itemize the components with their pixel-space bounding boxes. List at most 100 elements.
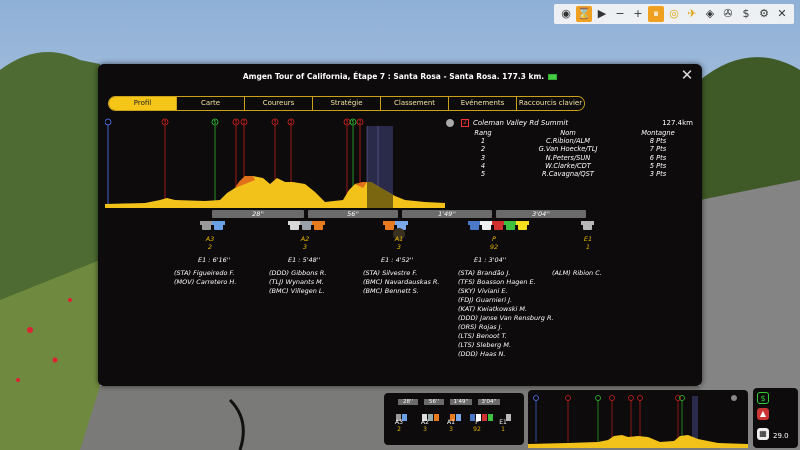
jersey-icon xyxy=(300,221,313,230)
eye-icon[interactable]: ◎ xyxy=(666,6,682,22)
tab-raccourcis[interactable]: Raccourcis clavier xyxy=(517,97,584,110)
table-header: Rang Nom Montagne xyxy=(458,129,698,137)
mini-groups-panel[interactable]: 28'' 56'' 1'49'' 3'04'' A3 2 A2 3 A1 3 P 92 … xyxy=(384,393,524,445)
tab-classement[interactable]: Classement xyxy=(381,97,449,110)
climb-name: Coleman Valley Rd Summit xyxy=(473,119,569,127)
group-peloton-jerseys[interactable] xyxy=(468,221,529,231)
close-game-icon[interactable]: ✕ xyxy=(774,6,790,22)
marker-label: 2 xyxy=(289,120,292,126)
rank-cell: 4 xyxy=(480,161,486,170)
header-rank: Rang xyxy=(474,129,492,137)
group-e1-jerseys[interactable] xyxy=(581,221,594,231)
name-cell[interactable]: N.Peters/SUN xyxy=(508,154,628,162)
header-points: Montagne xyxy=(641,129,675,137)
tab-coureurs[interactable]: Coureurs xyxy=(245,97,313,110)
settings-icon[interactable]: ⚙ xyxy=(756,6,772,22)
gap-bar: 1'49'' xyxy=(402,210,492,218)
stage-info-panel: Amgen Tour of California, Étape 7 : Sant… xyxy=(98,64,702,386)
group-time: E1 : 5'48'' xyxy=(288,256,321,264)
rank-cell: 5 xyxy=(480,169,486,178)
mini-group-count: 2 xyxy=(397,426,401,433)
game-toolbar: ◉ ⌛ ▶ − + ⏸ ◎ ✈ ◈ ✇ $ ⚙ ✕ xyxy=(554,4,794,24)
jersey-icon xyxy=(480,221,493,230)
mini-group-label: A1 3 xyxy=(444,419,458,433)
mini-group-code: P xyxy=(475,419,479,426)
close-icon[interactable]: ✕ xyxy=(680,68,694,83)
rank-cell: 3 xyxy=(480,153,486,162)
group-riders: (ALM) Ribion C. xyxy=(552,269,602,277)
marker-label: 3 xyxy=(273,120,276,126)
mini-group-label: P 92 xyxy=(470,419,484,433)
marker-label: 2 xyxy=(358,120,361,126)
sprint-icon[interactable]: $ xyxy=(757,392,769,404)
finish-flag-icon[interactable]: ▦ xyxy=(757,428,769,440)
mini-group-code: A1 xyxy=(447,419,455,426)
group-a2-jerseys[interactable] xyxy=(288,221,325,231)
jersey-icon xyxy=(492,221,505,230)
group-code: E1 xyxy=(583,235,593,243)
group-code: A1 xyxy=(394,235,404,243)
climb-km: 127.4km xyxy=(662,119,693,127)
group-riders: (STA) Silvestre F. (BMC) Navardauskas R.… xyxy=(363,269,440,295)
climb-results-table: Rang Nom Montagne 1 C.Ribion/ALM 8 Pts 2 G.… xyxy=(458,129,698,178)
marker-label: 3 xyxy=(345,120,348,126)
mini-group-label: A2 3 xyxy=(418,419,432,433)
mini-group-count: 92 xyxy=(473,426,481,433)
dollar-icon[interactable]: $ xyxy=(738,6,754,22)
group-riders: (STA) Figueiredo F. (MOV) Carretero H. xyxy=(174,269,237,286)
climb-header: 2 Coleman Valley Rd Summit 127.4km xyxy=(446,119,696,128)
name-cell[interactable]: R.Cavagna/QST xyxy=(508,170,628,178)
table-row: 4 W.Clarke/CDT 5 Pts xyxy=(458,162,698,170)
group-count: 1 xyxy=(585,243,591,251)
header-name: Nom xyxy=(560,129,576,137)
name-cell[interactable]: C.Ribion/ALM xyxy=(508,137,628,145)
tab-profil[interactable]: Profil xyxy=(109,97,177,110)
tab-strategie[interactable]: Stratégie xyxy=(313,97,381,110)
tab-carte[interactable]: Carte xyxy=(177,97,245,110)
marker-label: 3 xyxy=(234,120,237,126)
group-time: E1 : 6'16'' xyxy=(198,256,231,264)
name-cell[interactable]: G.Van Hoecke/TLJ xyxy=(508,145,628,153)
jersey-icon xyxy=(212,221,225,230)
tab-bar: Profil Carte Coureurs Stratégie Classeme… xyxy=(108,96,585,111)
mini-stage-profile xyxy=(528,395,748,448)
rank-cell: 1 xyxy=(480,137,486,146)
mini-profile-panel[interactable] xyxy=(528,390,748,448)
group-a3-jerseys[interactable] xyxy=(200,221,225,231)
table-row: 1 C.Ribion/ALM 8 Pts xyxy=(458,137,698,145)
mountain-icon[interactable]: ▲ xyxy=(757,408,769,420)
plus-icon[interactable]: + xyxy=(630,6,646,22)
stage-profile[interactable]: 3 5 3 2 3 2 3 5 2 xyxy=(105,118,445,208)
group-label: A3 2 xyxy=(195,235,225,251)
helicopter-icon[interactable]: ✇ xyxy=(720,6,736,22)
marker-label: 5 xyxy=(213,120,216,126)
jersey-icon xyxy=(288,221,301,230)
climb-category-badge: 2 xyxy=(461,119,469,127)
pause-icon[interactable]: ⏸ xyxy=(648,6,664,22)
panel-title: Amgen Tour of California, Étape 7 : Sant… xyxy=(98,72,702,81)
plane-icon[interactable]: ✈ xyxy=(684,6,700,22)
table-row: 2 G.Van Hoecke/TLJ 7 Pts xyxy=(458,145,698,153)
hourglass-icon[interactable]: ⌛ xyxy=(576,6,592,22)
globe-icon[interactable]: ◉ xyxy=(558,6,574,22)
group-time: E1 : 3'04'' xyxy=(474,256,507,264)
group-count: 92 xyxy=(489,243,499,251)
group-label: P 92 xyxy=(479,235,509,251)
info-bullet-icon[interactable] xyxy=(446,119,454,127)
points-cell: 3 Pts xyxy=(649,169,667,178)
tab-evenements[interactable]: Evénements xyxy=(449,97,517,110)
mini-group-count: 1 xyxy=(501,426,505,433)
mini-group-label: E1 1 xyxy=(496,419,510,433)
gap-bar: 28'' xyxy=(212,210,304,218)
rank-cell: 2 xyxy=(480,145,486,154)
group-riders: (STA) Brandão J. (TFS) Boasson Hagen E. … xyxy=(458,269,554,358)
minus-icon[interactable]: − xyxy=(612,6,628,22)
points-cell: 7 Pts xyxy=(649,145,667,154)
play-icon[interactable]: ▶ xyxy=(594,6,610,22)
group-label: A2 3 xyxy=(290,235,320,251)
name-cell[interactable]: W.Clarke/CDT xyxy=(508,162,628,170)
marker-label: 5 xyxy=(351,120,354,126)
group-count: 3 xyxy=(396,243,402,251)
jersey-icon xyxy=(581,221,594,230)
camera-icon[interactable]: ◈ xyxy=(702,6,718,22)
